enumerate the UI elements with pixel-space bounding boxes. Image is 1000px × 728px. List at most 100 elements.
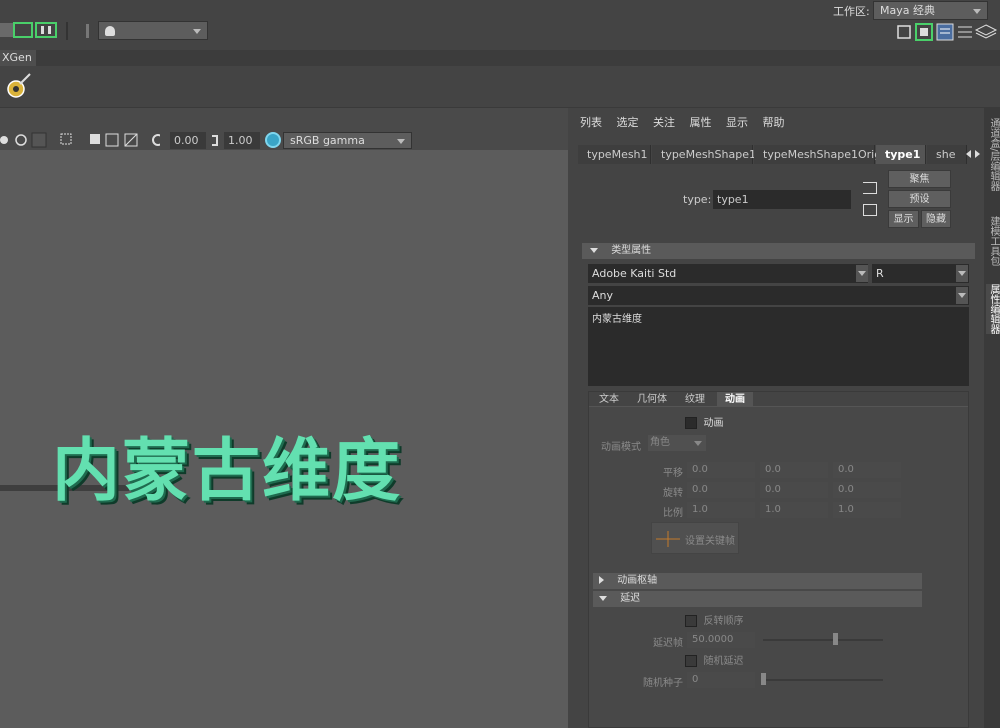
font-style-dropdown[interactable]: R — [872, 264, 969, 283]
tab-type1[interactable]: type1 — [876, 145, 926, 164]
shelf-tab-label: XGen — [2, 51, 32, 64]
tab-typemesh1[interactable]: typeMesh1 — [578, 145, 651, 164]
input-connection-icon[interactable] — [863, 182, 877, 194]
arrow-left-icon[interactable] — [966, 150, 971, 158]
rail-tab-attribute-editor[interactable]: 属性编辑器 — [986, 284, 1000, 334]
expand-right-icon — [599, 576, 604, 584]
translate-y-field[interactable]: 0.0 — [760, 462, 828, 478]
scale-y-field[interactable]: 1.0 — [760, 502, 828, 518]
font-dropdown-arrow[interactable] — [856, 265, 868, 282]
rail-tab-channel-box[interactable]: 通道盒/层编辑器 — [986, 118, 1000, 191]
output-connection-icon[interactable] — [863, 204, 877, 216]
viewport-canvas[interactable]: 内蒙古维度 — [0, 150, 568, 728]
reverse-order-checkbox[interactable] — [685, 615, 697, 627]
delay-frames-slider-handle[interactable] — [833, 633, 838, 645]
font-style-value: R — [876, 267, 884, 280]
tab-scroll-arrows[interactable] — [966, 150, 984, 160]
type-attributes-section[interactable]: 类型属性 — [582, 243, 975, 259]
rotate-y-field[interactable]: 0.0 — [760, 482, 828, 498]
font-dropdown[interactable]: Adobe Kaiti Std — [588, 264, 868, 283]
wireframe-on-shaded-icon[interactable] — [124, 133, 138, 147]
chevron-down-icon — [397, 139, 405, 144]
text-input-area[interactable]: 内蒙古维度 — [588, 307, 969, 386]
scale-z-field[interactable]: 1.0 — [833, 502, 901, 518]
colorspace-dropdown[interactable]: sRGB gamma — [283, 132, 412, 149]
tab-typemeshshape1orig[interactable]: typeMeshShape1Orig — [754, 145, 881, 164]
random-seed-slider-handle[interactable] — [761, 673, 766, 685]
animation-checkbox[interactable] — [685, 417, 697, 429]
menu-list[interactable]: 列表 — [580, 116, 602, 129]
gamma-field[interactable]: 1.00 — [224, 132, 260, 149]
random-seed-field[interactable]: 0 — [687, 672, 755, 688]
node-name-field[interactable]: type1 — [713, 190, 851, 209]
panel-layout-icons[interactable] — [896, 23, 1000, 41]
inner-tab-geometry[interactable]: 几何体 — [629, 392, 675, 407]
delay-section[interactable]: 延迟 — [593, 591, 922, 607]
menu-focus[interactable]: 关注 — [653, 116, 675, 129]
chevron-down-icon — [958, 271, 966, 276]
wireframe-icon[interactable] — [0, 136, 8, 144]
tab-shelf-truncated[interactable]: she — [927, 145, 967, 164]
rotate-z-field[interactable]: 0.0 — [833, 482, 901, 498]
font-value: Adobe Kaiti Std — [592, 267, 677, 280]
delay-frames-label: 延迟帧 — [653, 638, 683, 649]
cube-icon[interactable] — [897, 25, 911, 39]
backface-icon[interactable] — [105, 133, 119, 147]
translate-x-field[interactable]: 0.0 — [687, 462, 755, 478]
delay-frames-field[interactable]: 50.0000 — [687, 632, 755, 648]
delay-frames-slider-track[interactable] — [763, 639, 883, 641]
tab-typemeshshape1[interactable]: typeMeshShape1 — [652, 145, 756, 164]
xray-icon[interactable] — [90, 134, 100, 144]
rotate-x-field[interactable]: 0.0 — [687, 482, 755, 498]
viewport-panel[interactable]: 0.00 1.00 sRGB gamma 内蒙古维度 — [0, 108, 568, 728]
animation-checkbox-label: 动画 — [703, 418, 724, 429]
animation-pivot-section[interactable]: 动画枢轴 — [593, 573, 922, 589]
mode-icons[interactable] — [0, 21, 60, 41]
reverse-order-label: 反转顺序 — [703, 616, 744, 627]
tool-settings-icon[interactable] — [958, 26, 972, 38]
menu-attributes[interactable]: 属性 — [690, 116, 712, 129]
workspace-dropdown[interactable]: Maya 经典 — [873, 1, 988, 20]
selection-mask-icons[interactable] — [0, 21, 60, 41]
random-delay-checkbox[interactable] — [685, 655, 697, 667]
animation-mode-dropdown[interactable]: 角色 — [648, 435, 706, 451]
translate-z-field[interactable]: 0.0 — [833, 462, 901, 478]
show-button[interactable]: 显示 — [888, 210, 919, 228]
set-key-button[interactable]: 设置关键帧 — [651, 522, 739, 554]
xgen-tool-icon[interactable] — [4, 72, 34, 102]
isolate-icon[interactable] — [60, 133, 72, 145]
node-name-label: type: — [683, 193, 712, 206]
viewport-toolbar-icons[interactable] — [0, 131, 160, 149]
random-seed-slider-track[interactable] — [763, 679, 883, 681]
menu-show[interactable]: 显示 — [726, 116, 748, 129]
animation-mode-label: 动画模式 — [601, 442, 641, 453]
reverse-order-row: 反转顺序 — [685, 612, 744, 627]
layers-icon[interactable] — [974, 24, 998, 39]
shaded-icon[interactable] — [15, 134, 27, 146]
shelf — [0, 66, 1000, 108]
type-mesh-3d-text[interactable]: 内蒙古维度 — [52, 415, 402, 514]
writing-system-dropdown[interactable]: Any — [588, 286, 969, 305]
shelf-tab-xgen[interactable]: XGen — [0, 50, 36, 66]
channel-box-icon[interactable] — [915, 23, 933, 41]
focus-button[interactable]: 聚焦 — [888, 170, 951, 188]
scale-x-field[interactable]: 1.0 — [687, 502, 755, 518]
inner-tab-text[interactable]: 文本 — [591, 392, 627, 407]
font-style-dropdown-arrow[interactable] — [956, 265, 968, 282]
user-dropdown[interactable] — [98, 21, 208, 40]
hide-button[interactable]: 隐藏 — [921, 210, 951, 228]
exposure-field[interactable]: 0.00 — [170, 132, 206, 149]
chevron-down-icon — [973, 9, 981, 14]
inner-tab-texture[interactable]: 纹理 — [677, 392, 713, 407]
writing-system-dropdown-arrow[interactable] — [956, 287, 968, 304]
texture-icon[interactable] — [31, 132, 47, 148]
menu-help[interactable]: 帮助 — [763, 116, 785, 129]
color-management-icon[interactable] — [265, 132, 281, 148]
menu-selected[interactable]: 选定 — [617, 116, 639, 129]
arrow-right-icon[interactable] — [975, 150, 980, 158]
attribute-editor-icon[interactable] — [936, 23, 954, 41]
rail-tab-modeling-toolkit[interactable]: 建模工具包 — [986, 216, 1000, 266]
aperture-icon[interactable] — [152, 134, 160, 146]
inner-tab-animation[interactable]: 动画 — [717, 392, 753, 407]
presets-button[interactable]: 预设 — [888, 190, 951, 208]
